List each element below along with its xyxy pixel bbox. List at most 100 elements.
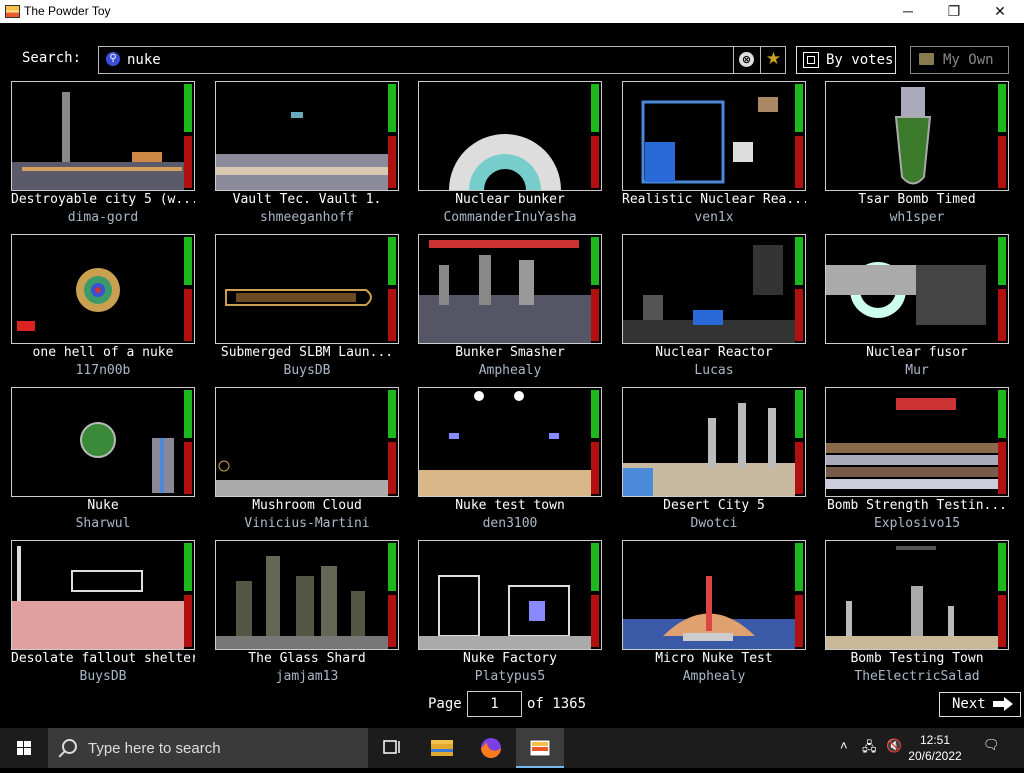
save-title[interactable]: Desert City 5 <box>622 498 806 513</box>
my-own-button[interactable]: My Own <box>910 46 1009 74</box>
save-author[interactable]: jamjam13 <box>215 669 399 684</box>
save-thumbnail[interactable] <box>215 234 399 344</box>
save-title[interactable]: Bomb Testing Town <box>825 651 1009 666</box>
powder-toy-taskbar-button[interactable] <box>516 728 564 768</box>
save-author[interactable]: 117n00b <box>11 363 195 378</box>
save-thumbnail[interactable] <box>825 387 1009 497</box>
save-thumbnail[interactable] <box>418 540 602 650</box>
save-item[interactable]: Tsar Bomb Timed wh1sper <box>825 81 1009 227</box>
save-title[interactable]: Destroyable city 5 (w... <box>11 192 195 207</box>
notifications-icon[interactable]: 🗨 <box>983 737 1000 753</box>
save-item[interactable]: Micro Nuke Test Amphealy <box>622 540 806 686</box>
system-clock[interactable]: 12:51 20/6/2022 <box>905 732 965 764</box>
save-title[interactable]: Bunker Smasher <box>418 345 602 360</box>
save-thumbnail[interactable] <box>11 540 195 650</box>
save-author[interactable]: ven1x <box>622 210 806 225</box>
save-item[interactable]: Destroyable city 5 (w... dima-gord <box>11 81 195 227</box>
file-explorer-button[interactable] <box>418 728 466 768</box>
save-title[interactable]: Nuke Factory <box>418 651 602 666</box>
save-item[interactable]: The Glass Shard jamjam13 <box>215 540 399 686</box>
save-title[interactable]: The Glass Shard <box>215 651 399 666</box>
save-thumbnail[interactable] <box>215 81 399 191</box>
save-author[interactable]: Amphealy <box>622 669 806 684</box>
save-author[interactable]: Platypus5 <box>418 669 602 684</box>
save-title[interactable]: Tsar Bomb Timed <box>825 192 1009 207</box>
taskbar-search-box[interactable]: Type here to search <box>48 728 368 768</box>
save-title[interactable]: Nuclear Reactor <box>622 345 806 360</box>
sort-by-votes-button[interactable]: By votes <box>796 46 896 74</box>
save-author[interactable]: Sharwul <box>11 516 195 531</box>
save-thumbnail[interactable] <box>11 234 195 344</box>
search-input[interactable]: ⚲ nuke ⊗ ★ <box>98 46 786 74</box>
close-button[interactable]: ✕ <box>977 0 1023 23</box>
save-title[interactable]: Micro Nuke Test <box>622 651 806 666</box>
save-title[interactable]: Nuke test town <box>418 498 602 513</box>
save-thumbnail[interactable] <box>418 234 602 344</box>
save-title[interactable]: Realistic Nuclear Rea... <box>622 192 806 207</box>
save-thumbnail[interactable] <box>418 81 602 191</box>
show-hidden-icons-icon[interactable]: ˄ <box>840 738 848 753</box>
save-item[interactable]: one hell of a nuke 117n00b <box>11 234 195 380</box>
save-thumbnail[interactable] <box>215 387 399 497</box>
save-author[interactable]: Mur <box>825 363 1009 378</box>
volume-muted-icon[interactable]: 🔇 <box>886 738 902 754</box>
save-author[interactable]: BuysDB <box>11 669 195 684</box>
save-item[interactable]: Bomb Strength Testin... Explosivo15 <box>825 387 1009 533</box>
network-icon[interactable]: 🖧 <box>862 738 877 760</box>
page-number-input[interactable] <box>467 691 522 717</box>
save-author[interactable]: Amphealy <box>418 363 602 378</box>
save-thumbnail[interactable] <box>825 81 1009 191</box>
next-page-button[interactable]: Next <box>939 692 1021 717</box>
minimize-button[interactable]: ─ <box>885 0 931 23</box>
save-thumbnail[interactable] <box>11 387 195 497</box>
save-thumbnail[interactable] <box>11 81 195 191</box>
save-thumbnail[interactable] <box>622 387 806 497</box>
clear-search-button[interactable]: ⊗ <box>733 47 760 73</box>
save-thumbnail[interactable] <box>622 234 806 344</box>
save-author[interactable]: CommanderInuYasha <box>418 210 602 225</box>
save-item[interactable]: Nuke Sharwul <box>11 387 195 533</box>
save-author[interactable]: wh1sper <box>825 210 1009 225</box>
save-item[interactable]: Realistic Nuclear Rea... ven1x <box>622 81 806 227</box>
maximize-button[interactable]: ❐ <box>931 0 977 23</box>
save-title[interactable]: one hell of a nuke <box>11 345 195 360</box>
save-author[interactable]: Dwotci <box>622 516 806 531</box>
save-author[interactable]: Lucas <box>622 363 806 378</box>
save-title[interactable]: Nuclear bunker <box>418 192 602 207</box>
save-item[interactable]: Mushroom Cloud Vinicius-Martini <box>215 387 399 533</box>
save-title[interactable]: Desolate fallout shelter <box>11 651 195 666</box>
save-title[interactable]: Submerged SLBM Laun... <box>215 345 399 360</box>
save-thumbnail[interactable] <box>825 540 1009 650</box>
save-item[interactable]: Desert City 5 Dwotci <box>622 387 806 533</box>
save-thumbnail[interactable] <box>825 234 1009 344</box>
save-item[interactable]: Nuclear bunker CommanderInuYasha <box>418 81 602 227</box>
save-thumbnail[interactable] <box>215 540 399 650</box>
save-item[interactable]: Submerged SLBM Laun... BuysDB <box>215 234 399 380</box>
save-title[interactable]: Nuke <box>11 498 195 513</box>
save-author[interactable]: TheElectricSalad <box>825 669 1009 684</box>
favorite-star-icon[interactable]: ★ <box>760 47 786 73</box>
search-query[interactable]: nuke <box>127 52 161 68</box>
save-author[interactable]: Explosivo15 <box>825 516 1009 531</box>
save-item[interactable]: Vault Tec. Vault 1. shmeeganhoff <box>215 81 399 227</box>
save-thumbnail[interactable] <box>622 81 806 191</box>
save-item[interactable]: Bomb Testing Town TheElectricSalad <box>825 540 1009 686</box>
save-title[interactable]: Mushroom Cloud <box>215 498 399 513</box>
save-title[interactable]: Vault Tec. Vault 1. <box>215 192 399 207</box>
save-author[interactable]: Vinicius-Martini <box>215 516 399 531</box>
save-title[interactable]: Nuclear fusor <box>825 345 1009 360</box>
task-view-button[interactable] <box>368 728 416 768</box>
save-item[interactable]: Bunker Smasher Amphealy <box>418 234 602 380</box>
save-title[interactable]: Bomb Strength Testin... <box>825 498 1009 513</box>
save-thumbnail[interactable] <box>622 540 806 650</box>
save-item[interactable]: Nuke Factory Platypus5 <box>418 540 602 686</box>
save-author[interactable]: BuysDB <box>215 363 399 378</box>
save-item[interactable]: Nuclear fusor Mur <box>825 234 1009 380</box>
start-button[interactable] <box>0 728 48 768</box>
save-author[interactable]: shmeeganhoff <box>215 210 399 225</box>
firefox-button[interactable] <box>467 728 515 768</box>
save-item[interactable]: Desolate fallout shelter BuysDB <box>11 540 195 686</box>
save-author[interactable]: dima-gord <box>11 210 195 225</box>
save-author[interactable]: den3100 <box>418 516 602 531</box>
save-item[interactable]: Nuclear Reactor Lucas <box>622 234 806 380</box>
